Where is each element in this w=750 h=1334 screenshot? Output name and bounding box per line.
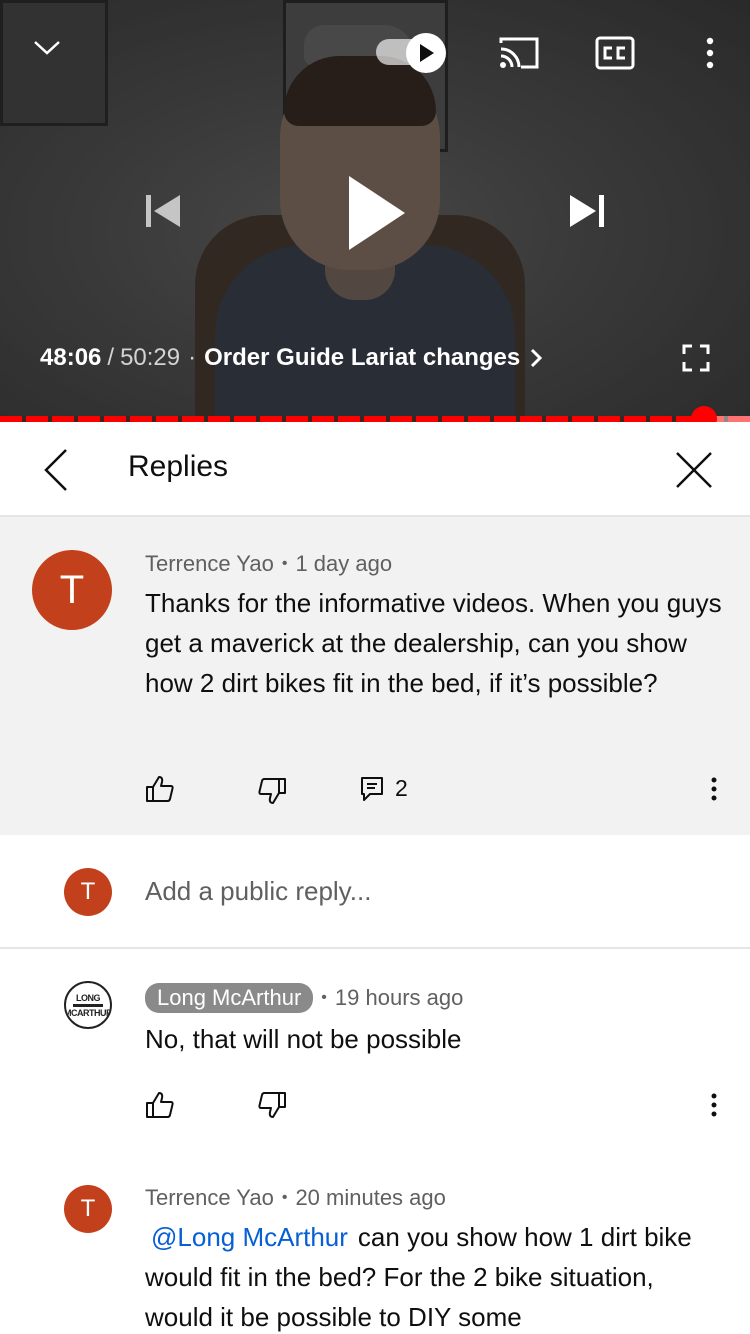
comment-author[interactable]: Terrence Yao bbox=[145, 1185, 274, 1211]
comment-text: @Long McArthur can you show how 1 dirt bi… bbox=[145, 1217, 725, 1334]
replies-header: Replies bbox=[0, 422, 750, 517]
avatar-logo-text: LONG bbox=[76, 992, 101, 1003]
comment-more-button[interactable] bbox=[700, 1087, 728, 1123]
reply-item: LONG MCARTHUR Long McArthur • 19 hours a… bbox=[0, 951, 750, 1141]
replies-count-button[interactable] bbox=[356, 773, 388, 805]
reply-count: 2 bbox=[395, 775, 408, 801]
close-button[interactable] bbox=[668, 444, 720, 496]
meta-bullet: • bbox=[281, 1189, 288, 1206]
like-button[interactable] bbox=[142, 771, 178, 807]
avatar-logo-text: MCARTHUR bbox=[64, 1007, 112, 1018]
time-separator: / bbox=[107, 344, 115, 371]
play-icon bbox=[349, 175, 405, 250]
add-reply-row: T bbox=[0, 835, 750, 949]
player-more-button[interactable] bbox=[690, 30, 730, 76]
comment-meta: Terrence Yao • 1 day ago bbox=[145, 551, 392, 577]
meta-bullet: • bbox=[321, 989, 327, 1006]
previous-icon bbox=[146, 195, 180, 227]
avatar-logo-bar bbox=[73, 1003, 103, 1007]
play-button[interactable] bbox=[332, 165, 422, 260]
cast-icon bbox=[499, 37, 539, 69]
dislike-button[interactable] bbox=[254, 773, 290, 809]
previous-video-button[interactable] bbox=[134, 183, 194, 239]
avatar[interactable]: T bbox=[64, 1185, 112, 1233]
parent-comment: T Terrence Yao • 1 day ago Thanks for th… bbox=[0, 517, 750, 835]
avatar: T bbox=[64, 868, 112, 916]
more-vert-icon bbox=[706, 37, 714, 69]
thumbs-up-icon bbox=[146, 776, 174, 802]
comment-more-button[interactable] bbox=[700, 771, 728, 807]
cast-button[interactable] bbox=[492, 30, 546, 76]
meta-bullet: • bbox=[281, 555, 288, 572]
comment-time: 20 minutes ago bbox=[295, 1185, 446, 1210]
chapter-title[interactable]: Order Guide Lariat changes bbox=[204, 344, 520, 372]
video-player[interactable]: 48:06 / 50:29 · Order Guide Lariat chang… bbox=[0, 0, 750, 422]
chevron-left-icon bbox=[44, 449, 67, 491]
comment-author[interactable]: Terrence Yao bbox=[145, 551, 274, 577]
next-icon bbox=[570, 195, 604, 227]
like-button[interactable] bbox=[142, 1087, 178, 1123]
next-video-button[interactable] bbox=[558, 183, 618, 239]
avatar[interactable]: LONG MCARTHUR bbox=[64, 981, 112, 1029]
dot-separator: · bbox=[188, 344, 197, 371]
more-vert-icon bbox=[711, 1093, 717, 1117]
autoplay-toggle[interactable] bbox=[372, 32, 448, 74]
comment-text: No, that will not be possible bbox=[145, 1024, 462, 1054]
dislike-button[interactable] bbox=[254, 1087, 290, 1123]
comment-time: 1 day ago bbox=[295, 551, 393, 576]
chapter-chevron-button[interactable] bbox=[530, 348, 543, 368]
chevron-down-icon bbox=[34, 41, 60, 55]
thumbs-down-icon bbox=[258, 1092, 286, 1118]
autoplay-toggle-icon bbox=[420, 44, 434, 62]
comment-meta: Long McArthur • 19 hours ago bbox=[145, 983, 463, 1013]
thumbs-down-icon bbox=[258, 778, 286, 804]
mention-link[interactable]: @Long McArthur bbox=[151, 1222, 348, 1252]
cc-icon bbox=[595, 36, 635, 70]
captions-button[interactable] bbox=[588, 30, 642, 76]
reply-input[interactable] bbox=[145, 871, 705, 911]
back-button[interactable] bbox=[30, 444, 82, 496]
avatar[interactable]: T bbox=[32, 550, 112, 630]
autoplay-knob bbox=[406, 33, 446, 73]
reply-item: T Terrence Yao • 20 minutes ago @Long Mc… bbox=[0, 1141, 750, 1334]
time-and-chapter: 48:06 / 50:29 · Order Guide Lariat chang… bbox=[40, 340, 543, 376]
comment-text: Thanks for the informative videos. When … bbox=[145, 588, 722, 698]
duration: 50:29 bbox=[120, 344, 181, 371]
comment-meta: Terrence Yao • 20 minutes ago bbox=[145, 1185, 446, 1211]
creator-author-chip[interactable]: Long McArthur bbox=[145, 983, 314, 1013]
more-vert-icon bbox=[711, 777, 717, 801]
minimize-player-button[interactable] bbox=[22, 28, 72, 68]
chevron-right-icon bbox=[531, 348, 543, 368]
fullscreen-icon bbox=[682, 344, 710, 372]
thumbs-up-icon bbox=[146, 1092, 174, 1118]
fullscreen-button[interactable] bbox=[676, 338, 716, 378]
close-icon bbox=[676, 452, 712, 488]
comment-time: 19 hours ago bbox=[334, 985, 464, 1010]
current-time: 48:06 bbox=[40, 344, 102, 371]
replies-title: Replies bbox=[128, 450, 229, 483]
comment-icon bbox=[361, 777, 383, 801]
